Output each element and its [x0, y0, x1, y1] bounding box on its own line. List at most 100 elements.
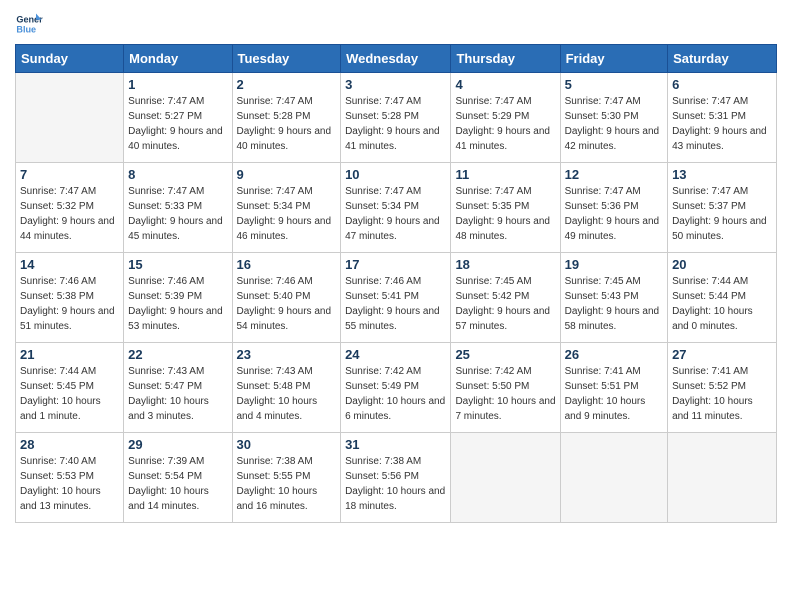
calendar-cell: 11 Sunrise: 7:47 AMSunset: 5:35 PMDayligh… — [451, 163, 560, 253]
svg-text:Blue: Blue — [16, 24, 36, 34]
calendar-cell: 1 Sunrise: 7:47 AMSunset: 5:27 PMDaylight… — [124, 73, 232, 163]
calendar-cell: 23 Sunrise: 7:43 AMSunset: 5:48 PMDayligh… — [232, 343, 341, 433]
week-row-2: 7 Sunrise: 7:47 AMSunset: 5:32 PMDaylight… — [16, 163, 777, 253]
day-number: 9 — [237, 167, 337, 182]
logo: General Blue — [15, 10, 45, 38]
day-info: Sunrise: 7:47 AMSunset: 5:35 PMDaylight:… — [455, 184, 555, 244]
day-number: 23 — [237, 347, 337, 362]
calendar-cell: 28 Sunrise: 7:40 AMSunset: 5:53 PMDayligh… — [16, 433, 124, 523]
calendar-cell: 9 Sunrise: 7:47 AMSunset: 5:34 PMDaylight… — [232, 163, 341, 253]
calendar-cell: 7 Sunrise: 7:47 AMSunset: 5:32 PMDaylight… — [16, 163, 124, 253]
day-info: Sunrise: 7:42 AMSunset: 5:50 PMDaylight:… — [455, 364, 555, 424]
day-number: 4 — [455, 77, 555, 92]
day-number: 11 — [455, 167, 555, 182]
day-info: Sunrise: 7:41 AMSunset: 5:51 PMDaylight:… — [565, 364, 663, 424]
weekday-header-wednesday: Wednesday — [341, 45, 451, 73]
day-info: Sunrise: 7:39 AMSunset: 5:54 PMDaylight:… — [128, 454, 227, 514]
day-info: Sunrise: 7:38 AMSunset: 5:56 PMDaylight:… — [345, 454, 446, 514]
day-number: 7 — [20, 167, 119, 182]
day-number: 29 — [128, 437, 227, 452]
day-number: 22 — [128, 347, 227, 362]
calendar-cell: 22 Sunrise: 7:43 AMSunset: 5:47 PMDayligh… — [124, 343, 232, 433]
calendar-cell: 30 Sunrise: 7:38 AMSunset: 5:55 PMDayligh… — [232, 433, 341, 523]
day-number: 18 — [455, 257, 555, 272]
logo-icon: General Blue — [15, 10, 43, 38]
calendar-cell: 16Sunrise: 7:46 AMSunset: 5:40 PMDayligh… — [232, 253, 341, 343]
day-number: 31 — [345, 437, 446, 452]
day-number: 3 — [345, 77, 446, 92]
day-info: Sunrise: 7:47 AMSunset: 5:29 PMDaylight:… — [455, 94, 555, 154]
day-info: Sunrise: 7:47 AMSunset: 5:30 PMDaylight:… — [565, 94, 663, 154]
weekday-header-friday: Friday — [560, 45, 667, 73]
day-info: Sunrise: 7:38 AMSunset: 5:55 PMDaylight:… — [237, 454, 337, 514]
day-number: 28 — [20, 437, 119, 452]
day-info: Sunrise: 7:47 AMSunset: 5:37 PMDaylight:… — [672, 184, 772, 244]
calendar-cell: 21Sunrise: 7:44 AMSunset: 5:45 PMDayligh… — [16, 343, 124, 433]
day-info: Sunrise: 7:42 AMSunset: 5:49 PMDaylight:… — [345, 364, 446, 424]
weekday-header-monday: Monday — [124, 45, 232, 73]
calendar-cell: 4 Sunrise: 7:47 AMSunset: 5:29 PMDaylight… — [451, 73, 560, 163]
day-number: 5 — [565, 77, 663, 92]
day-info: Sunrise: 7:45 AMSunset: 5:42 PMDaylight:… — [455, 274, 555, 334]
day-info: Sunrise: 7:45 AMSunset: 5:43 PMDaylight:… — [565, 274, 663, 334]
week-row-1: 1 Sunrise: 7:47 AMSunset: 5:27 PMDaylight… — [16, 73, 777, 163]
day-number: 12 — [565, 167, 663, 182]
weekday-header-row: SundayMondayTuesdayWednesdayThursdayFrid… — [16, 45, 777, 73]
calendar-cell: 15 Sunrise: 7:46 AMSunset: 5:39 PMDayligh… — [124, 253, 232, 343]
calendar-cell: 3 Sunrise: 7:47 AMSunset: 5:28 PMDaylight… — [341, 73, 451, 163]
week-row-4: 21Sunrise: 7:44 AMSunset: 5:45 PMDayligh… — [16, 343, 777, 433]
day-info: Sunrise: 7:47 AMSunset: 5:34 PMDaylight:… — [237, 184, 337, 244]
day-info: Sunrise: 7:47 AMSunset: 5:28 PMDaylight:… — [237, 94, 337, 154]
day-number: 19 — [565, 257, 663, 272]
day-info: Sunrise: 7:46 AMSunset: 5:39 PMDaylight:… — [128, 274, 227, 334]
calendar-cell: 31 Sunrise: 7:38 AMSunset: 5:56 PMDayligh… — [341, 433, 451, 523]
day-number: 27 — [672, 347, 772, 362]
day-number: 15 — [128, 257, 227, 272]
calendar-cell: 13 Sunrise: 7:47 AMSunset: 5:37 PMDayligh… — [668, 163, 777, 253]
day-number: 20 — [672, 257, 772, 272]
calendar-cell: 26Sunrise: 7:41 AMSunset: 5:51 PMDayligh… — [560, 343, 667, 433]
calendar-cell — [668, 433, 777, 523]
day-info: Sunrise: 7:47 AMSunset: 5:32 PMDaylight:… — [20, 184, 119, 244]
calendar-cell: 17 Sunrise: 7:46 AMSunset: 5:41 PMDayligh… — [341, 253, 451, 343]
calendar-cell: 18 Sunrise: 7:45 AMSunset: 5:42 PMDayligh… — [451, 253, 560, 343]
calendar-cell: 6 Sunrise: 7:47 AMSunset: 5:31 PMDaylight… — [668, 73, 777, 163]
day-info: Sunrise: 7:46 AMSunset: 5:38 PMDaylight:… — [20, 274, 119, 334]
calendar-cell: 20 Sunrise: 7:44 AMSunset: 5:44 PMDayligh… — [668, 253, 777, 343]
day-number: 13 — [672, 167, 772, 182]
day-info: Sunrise: 7:47 AMSunset: 5:27 PMDaylight:… — [128, 94, 227, 154]
calendar-cell: 19 Sunrise: 7:45 AMSunset: 5:43 PMDayligh… — [560, 253, 667, 343]
day-number: 17 — [345, 257, 446, 272]
day-info: Sunrise: 7:40 AMSunset: 5:53 PMDaylight:… — [20, 454, 119, 514]
calendar-cell: 25 Sunrise: 7:42 AMSunset: 5:50 PMDayligh… — [451, 343, 560, 433]
day-number: 1 — [128, 77, 227, 92]
day-number: 25 — [455, 347, 555, 362]
day-info: Sunrise: 7:41 AMSunset: 5:52 PMDaylight:… — [672, 364, 772, 424]
calendar-cell: 24Sunrise: 7:42 AMSunset: 5:49 PMDayligh… — [341, 343, 451, 433]
calendar-cell: 14 Sunrise: 7:46 AMSunset: 5:38 PMDayligh… — [16, 253, 124, 343]
day-number: 6 — [672, 77, 772, 92]
calendar-cell: 27 Sunrise: 7:41 AMSunset: 5:52 PMDayligh… — [668, 343, 777, 433]
day-number: 14 — [20, 257, 119, 272]
day-info: Sunrise: 7:43 AMSunset: 5:47 PMDaylight:… — [128, 364, 227, 424]
weekday-header-saturday: Saturday — [668, 45, 777, 73]
day-number: 8 — [128, 167, 227, 182]
day-info: Sunrise: 7:44 AMSunset: 5:44 PMDaylight:… — [672, 274, 772, 334]
day-info: Sunrise: 7:47 AMSunset: 5:31 PMDaylight:… — [672, 94, 772, 154]
page-header: General Blue — [15, 10, 777, 38]
day-number: 30 — [237, 437, 337, 452]
calendar-table: SundayMondayTuesdayWednesdayThursdayFrid… — [15, 44, 777, 523]
weekday-header-tuesday: Tuesday — [232, 45, 341, 73]
week-row-5: 28 Sunrise: 7:40 AMSunset: 5:53 PMDayligh… — [16, 433, 777, 523]
day-number: 21 — [20, 347, 119, 362]
day-info: Sunrise: 7:47 AMSunset: 5:34 PMDaylight:… — [345, 184, 446, 244]
calendar-cell: 5 Sunrise: 7:47 AMSunset: 5:30 PMDaylight… — [560, 73, 667, 163]
day-info: Sunrise: 7:47 AMSunset: 5:33 PMDaylight:… — [128, 184, 227, 244]
day-info: Sunrise: 7:43 AMSunset: 5:48 PMDaylight:… — [237, 364, 337, 424]
day-info: Sunrise: 7:46 AMSunset: 5:41 PMDaylight:… — [345, 274, 446, 334]
calendar-cell: 2Sunrise: 7:47 AMSunset: 5:28 PMDaylight… — [232, 73, 341, 163]
week-row-3: 14 Sunrise: 7:46 AMSunset: 5:38 PMDayligh… — [16, 253, 777, 343]
calendar-cell: 10Sunrise: 7:47 AMSunset: 5:34 PMDayligh… — [341, 163, 451, 253]
calendar-cell: 12Sunrise: 7:47 AMSunset: 5:36 PMDayligh… — [560, 163, 667, 253]
day-info: Sunrise: 7:47 AMSunset: 5:28 PMDaylight:… — [345, 94, 446, 154]
